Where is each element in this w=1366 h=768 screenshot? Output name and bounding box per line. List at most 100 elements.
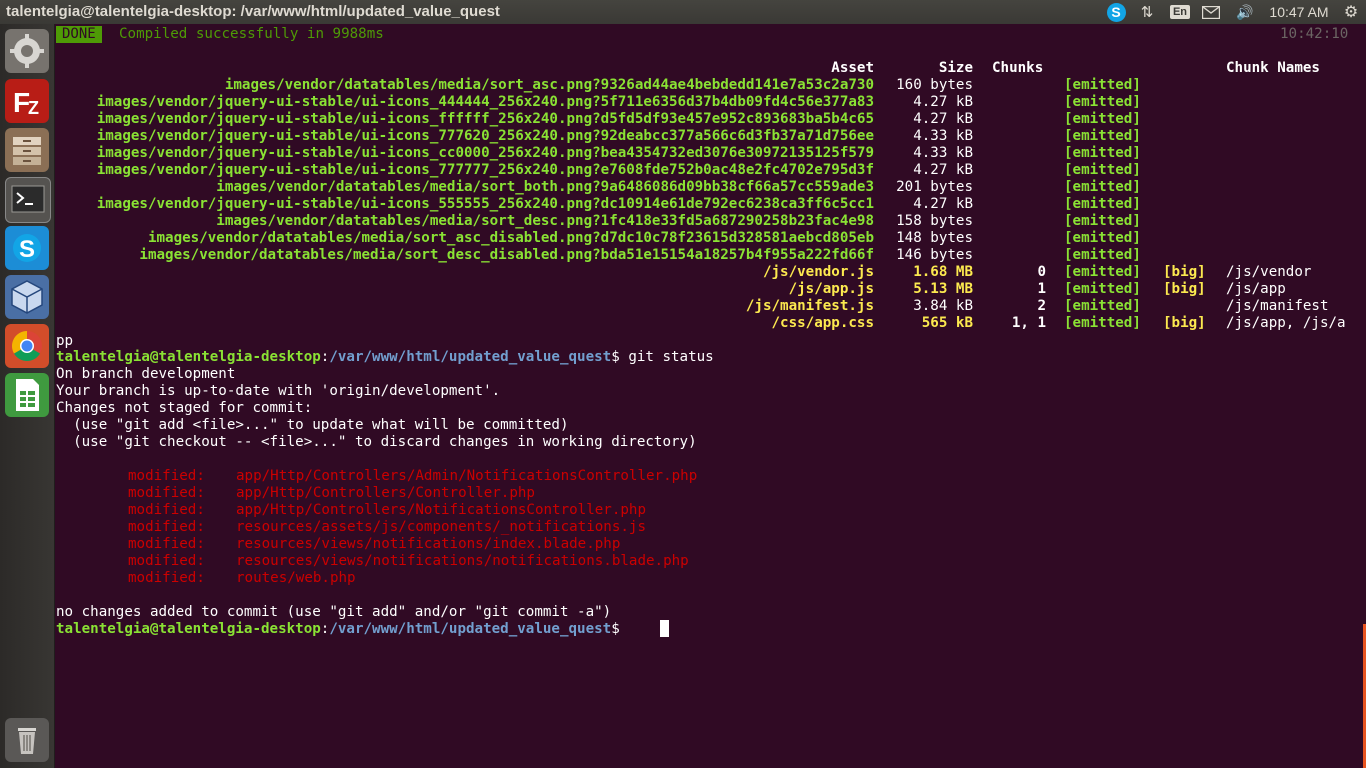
system-settings-icon[interactable] [5,29,49,73]
asset-chunks [974,111,1046,128]
emitted-label: [emitted] [1064,315,1141,331]
asset-size: 565 kB [921,315,973,331]
git-status-line: Changes not staged for commit: [56,400,313,416]
asset-size: 4.27 kB [913,111,973,127]
git-status-line: Your branch is up-to-date with 'origin/d… [56,383,501,399]
emitted-label: [emitted] [1064,264,1141,280]
emitted-label: [emitted] [1064,77,1141,93]
filezilla-icon[interactable]: FZ [5,79,49,123]
terminal-icon[interactable] [5,177,51,223]
asset-name: images/vendor/jquery-ui-stable/ui-icons_… [96,196,874,212]
asset-size: 3.84 kB [913,298,973,314]
asset-size: 146 bytes [896,247,973,263]
modified-file-path: app/Http/Controllers/Controller.php [236,485,535,501]
asset-name: /js/manifest.js [745,298,874,314]
emitted-label: [emitted] [1064,145,1141,161]
emitted-label: [emitted] [1064,128,1141,144]
asset-name: images/vendor/datatables/media/sort_desc… [139,247,874,263]
chrome-icon[interactable] [5,324,49,368]
settings-glyph: ⚙ [1343,4,1359,21]
modified-file-path: resources/views/notifications/notificati… [236,553,689,569]
modified-file-path: app/Http/Controllers/NotificationsContro… [236,502,646,518]
volume-icon[interactable]: 🔊 [1232,0,1258,24]
prompt-user-host: talentelgia@talentelgia-desktop [56,349,321,365]
prompt-user-host: talentelgia@talentelgia-desktop [56,621,321,637]
emitted-label: [emitted] [1064,298,1141,314]
prompt-dollar: $ [611,349,629,365]
big-flag: [big] [1163,264,1206,280]
big-flag: [big] [1163,315,1206,331]
asset-size: 4.27 kB [913,196,973,212]
modified-label: modified: [128,519,205,535]
asset-chunks [974,213,1046,230]
emitted-label: [emitted] [1064,247,1141,263]
asset-size: 4.33 kB [913,145,973,161]
asset-name: images/vendor/jquery-ui-stable/ui-icons_… [96,145,874,161]
modified-file-path: routes/web.php [236,570,356,586]
asset-name: images/vendor/datatables/media/sort_desc… [216,213,874,229]
clock[interactable]: 10:47 AM [1264,0,1334,24]
asset-size: 201 bytes [896,179,973,195]
build-time: 10:42:10 [1280,26,1349,42]
modified-label: modified: [128,502,205,518]
asset-size: 4.27 kB [913,94,973,110]
window-title: talentelgia@talentelgia-desktop: /var/ww… [6,3,500,20]
emitted-label: [emitted] [1064,196,1141,212]
chunk-names: /js/app [1226,281,1286,297]
volume-glyph: 🔊 [1236,3,1254,20]
asset-chunks [974,247,1046,264]
asset-chunks [974,230,1046,247]
asset-chunks [974,162,1046,179]
session-settings-icon[interactable]: ⚙ [1340,0,1362,24]
modified-label: modified: [128,553,205,569]
emitted-label: [emitted] [1064,162,1141,178]
network-icon[interactable]: ⇅ [1136,0,1158,24]
skype-tray-icon[interactable]: S [1104,0,1128,24]
git-status-line: (use "git checkout -- <file>..." to disc… [56,434,697,450]
emitted-label: [emitted] [1064,281,1141,297]
wrap-tail: pp [56,333,74,349]
mail-icon[interactable] [1200,0,1222,24]
asset-name: images/vendor/datatables/media/sort_asc.… [224,77,874,93]
asset-size: 4.33 kB [913,128,973,144]
virtualbox-icon[interactable] [5,275,49,319]
emitted-label: [emitted] [1064,179,1141,195]
file-manager-icon[interactable] [5,128,49,172]
asset-size: 1.68 MB [913,264,973,280]
asset-chunks [974,128,1046,145]
asset-size: 148 bytes [896,230,973,246]
chunk-names: /js/manifest [1226,298,1329,314]
modified-label: modified: [128,468,205,484]
compiled-message: Compiled successfully in 9988ms [119,26,384,42]
chunk-names: /js/vendor [1226,264,1312,280]
asset-name: images/vendor/jquery-ui-stable/ui-icons_… [96,111,874,127]
asset-chunks [974,77,1046,94]
modified-file-path: resources/assets/js/components/_notifica… [236,519,646,535]
emitted-label: [emitted] [1064,230,1141,246]
asset-chunks: 1, 1 [1011,315,1046,331]
asset-name: images/vendor/jquery-ui-stable/ui-icons_… [96,94,874,110]
keyboard-layout-label: En [1169,5,1191,19]
modified-label: modified: [128,536,205,552]
asset-size: 160 bytes [896,77,973,93]
modified-label: modified: [128,485,205,501]
chunk-names: /js/app, /js/a [1226,315,1346,331]
terminal-output[interactable]: DONE Compiled successfully in 9988ms 10:… [56,24,1366,768]
spreadsheet-icon[interactable] [5,373,49,417]
asset-name: images/vendor/datatables/media/sort_asc_… [147,230,874,246]
asset-chunks [974,94,1046,111]
asset-size: 158 bytes [896,213,973,229]
command-text: git status [628,349,714,365]
prompt-line-2: talentelgia@talentelgia-desktop:/var/www… [56,621,628,638]
size-column-header: Size [938,60,973,76]
chunk-names-column-header: Chunk Names [1226,60,1320,76]
skype-icon[interactable]: S [5,226,49,270]
done-badge: DONE [56,26,102,43]
keyboard-layout-indicator[interactable]: En [1168,0,1192,24]
top-panel: talentelgia@talentelgia-desktop: /var/ww… [0,0,1366,24]
asset-chunks [974,145,1046,162]
asset-chunks [974,196,1046,213]
prompt-line-1: talentelgia@talentelgia-desktop:/var/www… [56,349,714,366]
trash-icon[interactable] [5,718,49,762]
modified-file-path: app/Http/Controllers/Admin/Notifications… [236,468,698,484]
